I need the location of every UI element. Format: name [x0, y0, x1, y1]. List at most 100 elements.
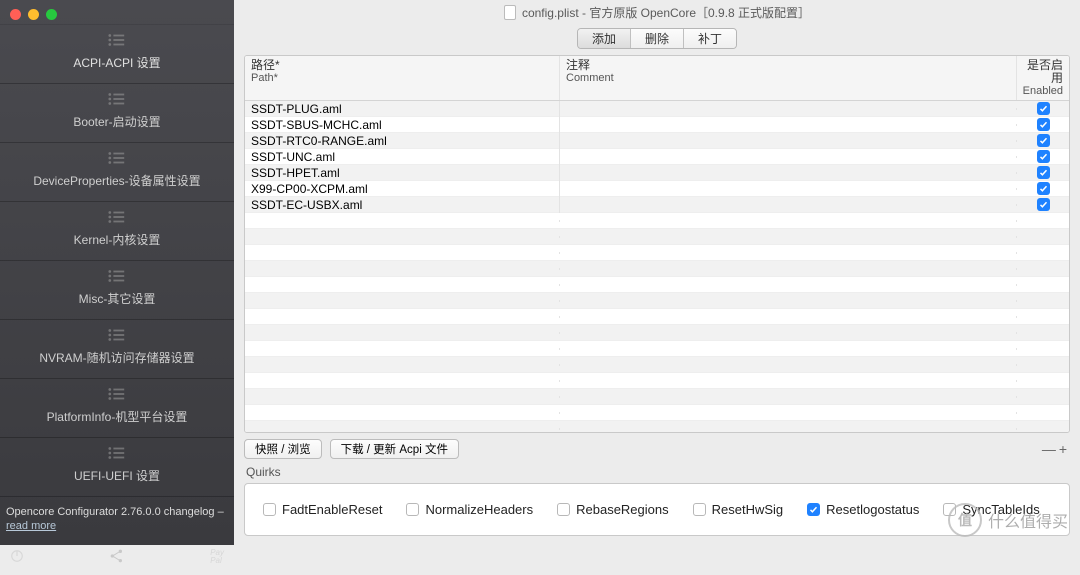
cell-path[interactable]: SSDT-HPET.aml: [245, 165, 560, 181]
snapshot-button[interactable]: 快照 / 浏览: [244, 439, 322, 459]
checkbox-icon[interactable]: [1037, 150, 1050, 163]
cell-path[interactable]: SSDT-PLUG.aml: [245, 101, 560, 117]
header-comment[interactable]: 注释 Comment: [560, 56, 1017, 100]
table-row[interactable]: SSDT-RTC0-RANGE.aml: [245, 133, 1069, 149]
power-icon[interactable]: [10, 549, 24, 566]
table-row: [245, 277, 1069, 293]
cell-path[interactable]: SSDT-UNC.aml: [245, 149, 560, 165]
cell-comment[interactable]: [560, 108, 1017, 110]
list-icon: [108, 92, 126, 109]
quirks-box: FadtEnableReset NormalizeHeaders RebaseR…: [244, 483, 1070, 536]
cell-path[interactable]: SSDT-SBUS-MCHC.aml: [245, 117, 560, 133]
checkbox-icon[interactable]: [1037, 134, 1050, 147]
sidebar-item-2[interactable]: DeviceProperties-设备属性设置: [0, 143, 234, 202]
tab-添加[interactable]: 添加: [578, 29, 631, 48]
table-row: [245, 325, 1069, 341]
checkbox-icon[interactable]: [807, 503, 820, 516]
quirk-label: FadtEnableReset: [282, 502, 382, 517]
cell-enabled[interactable]: [1017, 181, 1069, 196]
header-path[interactable]: 路径* Path*: [245, 56, 560, 100]
sidebar-item-5[interactable]: NVRAM-随机访问存储器设置: [0, 320, 234, 379]
cell-comment[interactable]: [560, 124, 1017, 126]
table-row[interactable]: SSDT-UNC.aml: [245, 149, 1069, 165]
sidebar-item-7[interactable]: UEFI-UEFI 设置: [0, 438, 234, 497]
close-window[interactable]: [10, 9, 21, 20]
table-header: 路径* Path* 注释 Comment 是否启用 Enabled: [245, 56, 1069, 101]
quirk-NormalizeHeaders[interactable]: NormalizeHeaders: [406, 502, 533, 517]
header-enabled[interactable]: 是否启用 Enabled: [1017, 56, 1069, 100]
share-icon[interactable]: [109, 548, 125, 567]
checkbox-icon[interactable]: [406, 503, 419, 516]
cell-path[interactable]: SSDT-EC-USBX.aml: [245, 197, 560, 213]
sidebar-item-label: Misc-其它设置: [79, 290, 156, 307]
table-row[interactable]: SSDT-PLUG.aml: [245, 101, 1069, 117]
quirks-label: Quirks: [246, 465, 1068, 479]
cell-enabled[interactable]: [1017, 133, 1069, 148]
main-pane: config.plist - 官方原版 OpenCore［0.9.8 正式版配置…: [234, 0, 1080, 545]
cell-path[interactable]: SSDT-RTC0-RANGE.aml: [245, 133, 560, 149]
sidebar-item-0[interactable]: ACPI-ACPI 设置: [0, 24, 234, 84]
table-row[interactable]: SSDT-SBUS-MCHC.aml: [245, 117, 1069, 133]
list-icon: [108, 151, 126, 168]
list-icon: [108, 446, 126, 463]
tab-segment: 添加删除补丁: [577, 28, 737, 49]
quirk-ResetHwSig[interactable]: ResetHwSig: [693, 502, 784, 517]
paypal-credit: Pay Pal: [210, 549, 224, 565]
list-icon: [108, 328, 126, 345]
list-icon: [108, 269, 126, 286]
sidebar-item-label: NVRAM-随机访问存储器设置: [39, 349, 194, 366]
cell-path[interactable]: X99-CP00-XCPM.aml: [245, 181, 560, 197]
add-remove-row[interactable]: —+: [1042, 441, 1070, 457]
table-row[interactable]: SSDT-EC-USBX.aml: [245, 197, 1069, 213]
table-row[interactable]: X99-CP00-XCPM.aml: [245, 181, 1069, 197]
cell-enabled[interactable]: [1017, 101, 1069, 116]
quirk-Resetlogostatus[interactable]: Resetlogostatus: [807, 502, 919, 517]
minimize-window[interactable]: [28, 9, 39, 20]
sidebar-item-6[interactable]: PlatformInfo-机型平台设置: [0, 379, 234, 438]
titlebar: config.plist - 官方原版 OpenCore［0.9.8 正式版配置…: [234, 0, 1080, 24]
table-row: [245, 229, 1069, 245]
tab-补丁[interactable]: 补丁: [684, 29, 736, 48]
cell-comment[interactable]: [560, 140, 1017, 142]
cell-enabled[interactable]: [1017, 149, 1069, 164]
checkbox-icon[interactable]: [1037, 182, 1050, 195]
table-row: [245, 421, 1069, 433]
sidebar-item-4[interactable]: Misc-其它设置: [0, 261, 234, 320]
checkbox-icon[interactable]: [1037, 102, 1050, 115]
quirk-label: RebaseRegions: [576, 502, 669, 517]
download-acpi-button[interactable]: 下载 / 更新 Acpi 文件: [330, 439, 459, 459]
sidebar-item-label: Booter-启动设置: [73, 113, 160, 130]
zoom-window[interactable]: [46, 9, 57, 20]
table-row: [245, 357, 1069, 373]
checkbox-icon[interactable]: [1037, 118, 1050, 131]
checkbox-icon[interactable]: [263, 503, 276, 516]
cell-comment[interactable]: [560, 188, 1017, 190]
table-row: [245, 341, 1069, 357]
cell-enabled[interactable]: [1017, 197, 1069, 212]
sidebar-item-label: DeviceProperties-设备属性设置: [33, 172, 200, 189]
tab-删除[interactable]: 删除: [631, 29, 684, 48]
checkbox-icon[interactable]: [557, 503, 570, 516]
cell-enabled[interactable]: [1017, 165, 1069, 180]
checkbox-icon[interactable]: [1037, 198, 1050, 211]
sidebar-item-1[interactable]: Booter-启动设置: [0, 84, 234, 143]
quirk-label: NormalizeHeaders: [425, 502, 533, 517]
watermark: 值 什么值得买: [948, 503, 1068, 537]
document-icon: [504, 5, 516, 20]
quirk-FadtEnableReset[interactable]: FadtEnableReset: [263, 502, 382, 517]
cell-comment[interactable]: [560, 204, 1017, 206]
quirk-RebaseRegions[interactable]: RebaseRegions: [557, 502, 669, 517]
sidebar: ACPI-ACPI 设置 Booter-启动设置 DevicePropertie…: [0, 0, 234, 545]
quirk-label: ResetHwSig: [712, 502, 784, 517]
quirk-label: Resetlogostatus: [826, 502, 919, 517]
cell-enabled[interactable]: [1017, 117, 1069, 132]
list-icon: [108, 210, 126, 227]
sidebar-item-3[interactable]: Kernel-内核设置: [0, 202, 234, 261]
checkbox-icon[interactable]: [1037, 166, 1050, 179]
checkbox-icon[interactable]: [693, 503, 706, 516]
window-title: config.plist - 官方原版 OpenCore［0.9.8 正式版配置…: [522, 4, 810, 21]
changelog-link[interactable]: read more: [6, 520, 56, 532]
table-row[interactable]: SSDT-HPET.aml: [245, 165, 1069, 181]
cell-comment[interactable]: [560, 156, 1017, 158]
cell-comment[interactable]: [560, 172, 1017, 174]
